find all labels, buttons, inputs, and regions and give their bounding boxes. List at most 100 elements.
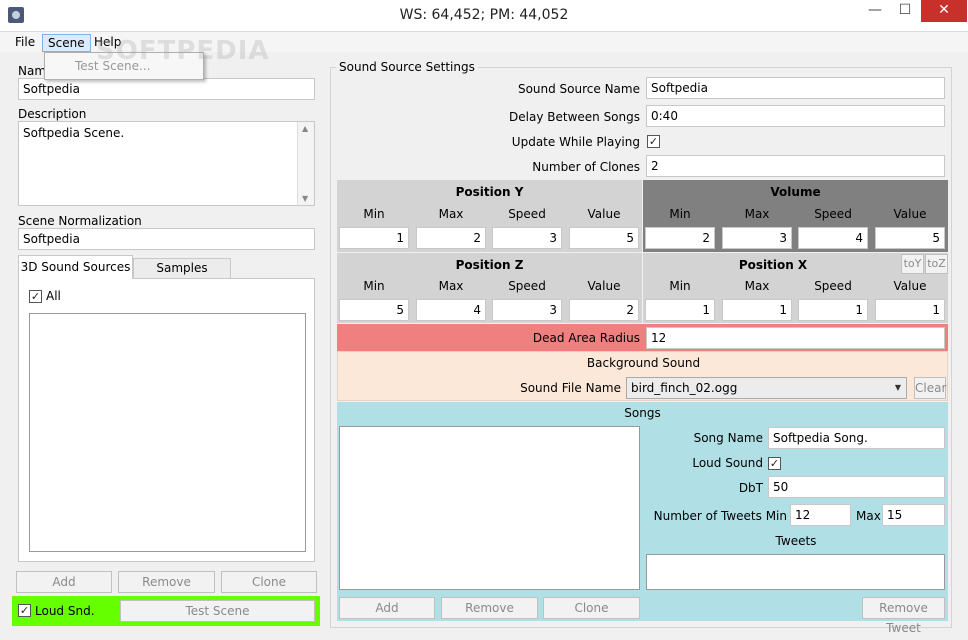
loud-snd-checkbox[interactable]: ✓ (18, 604, 31, 617)
position-y-panel: Position Y Min Max Speed Value 1 2 3 5 (337, 180, 642, 252)
clone-source-button[interactable]: Clone (221, 571, 317, 593)
to-z-button[interactable]: toZ (925, 254, 948, 274)
normalization-input[interactable]: Softpedia (18, 228, 315, 250)
name-input[interactable]: Softpedia (18, 78, 315, 100)
chevron-down-icon: ▼ (894, 383, 901, 392)
minimize-button[interactable]: — (860, 0, 890, 22)
dead-area-input[interactable]: 12 (646, 327, 945, 349)
description-label: Description (18, 107, 87, 121)
clear-button[interactable]: Clear (914, 377, 946, 399)
tweets-min-label: Number of Tweets Min (653, 509, 787, 523)
dbt-input[interactable]: 50 (768, 476, 945, 498)
tab-samples[interactable]: Samples (0/214) (133, 258, 231, 294)
menu-file[interactable]: File (10, 34, 40, 52)
scroll-down-icon[interactable]: ▼ (302, 194, 308, 203)
background-sound-title: Background Sound (586, 356, 701, 370)
songs-panel: Songs Song Name Softpedia Song. Loud Sou… (337, 402, 948, 635)
position-y-value-header: Value (587, 207, 621, 221)
remove-song-button[interactable]: Remove (441, 597, 538, 619)
position-y-max-input[interactable]: 2 (416, 227, 486, 249)
source-name-label: Sound Source Name (517, 82, 640, 96)
volume-max-input[interactable]: 3 (722, 227, 792, 249)
position-z-panel: Position Z Min Max Speed Value 5 4 3 2 (337, 253, 642, 323)
position-z-title: Position Z (455, 258, 524, 272)
tweets-max-label: Max (856, 509, 881, 523)
dbt-label: DbT (738, 481, 763, 495)
position-z-value-input[interactable]: 2 (569, 299, 639, 321)
position-z-max-header: Max (438, 279, 464, 293)
songs-list[interactable] (339, 426, 640, 590)
position-x-value-header: Value (893, 279, 927, 293)
tweets-list[interactable] (646, 554, 945, 590)
remove-source-button[interactable]: Remove (118, 571, 215, 593)
delay-input[interactable]: 0:40 (646, 105, 945, 127)
maximize-button[interactable]: ☐ (890, 0, 920, 22)
position-z-min-header: Min (363, 279, 385, 293)
position-y-title: Position Y (455, 185, 524, 199)
position-z-speed-input[interactable]: 3 (492, 299, 562, 321)
position-x-min-input[interactable]: 1 (645, 299, 715, 321)
song-name-input[interactable]: Softpedia Song. (768, 427, 945, 449)
position-x-panel: Position X toY toZ Min Max Speed Value 1… (643, 253, 948, 323)
sound-file-select[interactable]: bird_finch_02.ogg ▼ (626, 377, 907, 399)
description-text: Softpedia Scene. (23, 126, 125, 140)
loud-snd-label: Loud Snd. (35, 604, 95, 618)
settings-group-title: Sound Source Settings (336, 60, 478, 74)
song-name-label: Song Name (693, 431, 763, 445)
tab-3d-sound-sources[interactable]: 3D Sound Sources (18, 255, 133, 279)
position-y-value-input[interactable]: 5 (569, 227, 639, 249)
tweets-min-input[interactable]: 12 (790, 504, 851, 526)
add-source-button[interactable]: Add (16, 571, 112, 593)
loud-sound-checkbox[interactable]: ✓ (768, 457, 781, 470)
clones-input[interactable]: 2 (646, 155, 945, 177)
position-y-speed-header: Speed (508, 207, 546, 221)
loud-sound-panel: ✓ Loud Snd. Test Scene (12, 596, 320, 626)
test-scene-button[interactable]: Test Scene (120, 600, 315, 622)
position-z-min-input[interactable]: 5 (339, 299, 409, 321)
scroll-up-icon[interactable]: ▲ (302, 124, 308, 133)
dead-area-panel: Dead Area Radius 12 (337, 324, 948, 351)
volume-min-input[interactable]: 2 (645, 227, 715, 249)
clone-song-button[interactable]: Clone (543, 597, 640, 619)
volume-title: Volume (770, 185, 821, 199)
songs-title: Songs (624, 406, 661, 420)
all-label: All (46, 289, 61, 303)
clones-label: Number of Clones (532, 160, 640, 174)
position-y-min-header: Min (363, 207, 385, 221)
position-z-speed-header: Speed (508, 279, 546, 293)
sound-file-label: Sound File Name (520, 381, 621, 395)
description-textarea[interactable]: Softpedia Scene. ▲ ▼ (18, 121, 315, 206)
tweets-max-input[interactable]: 15 (882, 504, 945, 526)
watermark: SOFTPEDIA (96, 36, 270, 66)
position-x-min-header: Min (669, 279, 691, 293)
position-y-min-input[interactable]: 1 (339, 227, 409, 249)
position-x-max-input[interactable]: 1 (722, 299, 792, 321)
dead-area-label: Dead Area Radius (532, 331, 640, 345)
position-x-speed-input[interactable]: 1 (798, 299, 868, 321)
to-y-button[interactable]: toY (901, 254, 924, 274)
remove-tweet-button[interactable]: Remove Tweet (862, 597, 945, 635)
background-sound-panel: Background Sound Sound File Name bird_fi… (337, 351, 948, 401)
source-name-input[interactable]: Softpedia (646, 77, 945, 99)
volume-speed-input[interactable]: 4 (798, 227, 868, 249)
position-z-max-input[interactable]: 4 (416, 299, 486, 321)
position-x-speed-header: Speed (814, 279, 852, 293)
tab-content: ✓ All (18, 278, 315, 562)
description-scrollbar[interactable]: ▲ ▼ (297, 122, 314, 205)
tweets-label: Tweets (775, 534, 817, 548)
position-y-speed-input[interactable]: 3 (492, 227, 562, 249)
window-title: WS: 64,452; PM: 44,052 (399, 7, 569, 23)
close-button[interactable]: ✕ (921, 0, 967, 22)
position-y-max-header: Max (438, 207, 464, 221)
all-checkbox[interactable]: ✓ (29, 290, 42, 303)
menu-scene[interactable]: Scene (42, 34, 91, 52)
position-x-value-input[interactable]: 1 (875, 299, 945, 321)
volume-min-header: Min (669, 207, 691, 221)
sound-sources-list[interactable] (29, 313, 306, 552)
volume-value-input[interactable]: 5 (875, 227, 945, 249)
volume-speed-header: Speed (814, 207, 852, 221)
update-playing-label: Update While Playing (511, 135, 640, 149)
update-playing-checkbox[interactable]: ✓ (647, 135, 660, 148)
title-bar: WS: 64,452; PM: 44,052 — ☐ ✕ (0, 0, 968, 32)
add-song-button[interactable]: Add (339, 597, 435, 619)
